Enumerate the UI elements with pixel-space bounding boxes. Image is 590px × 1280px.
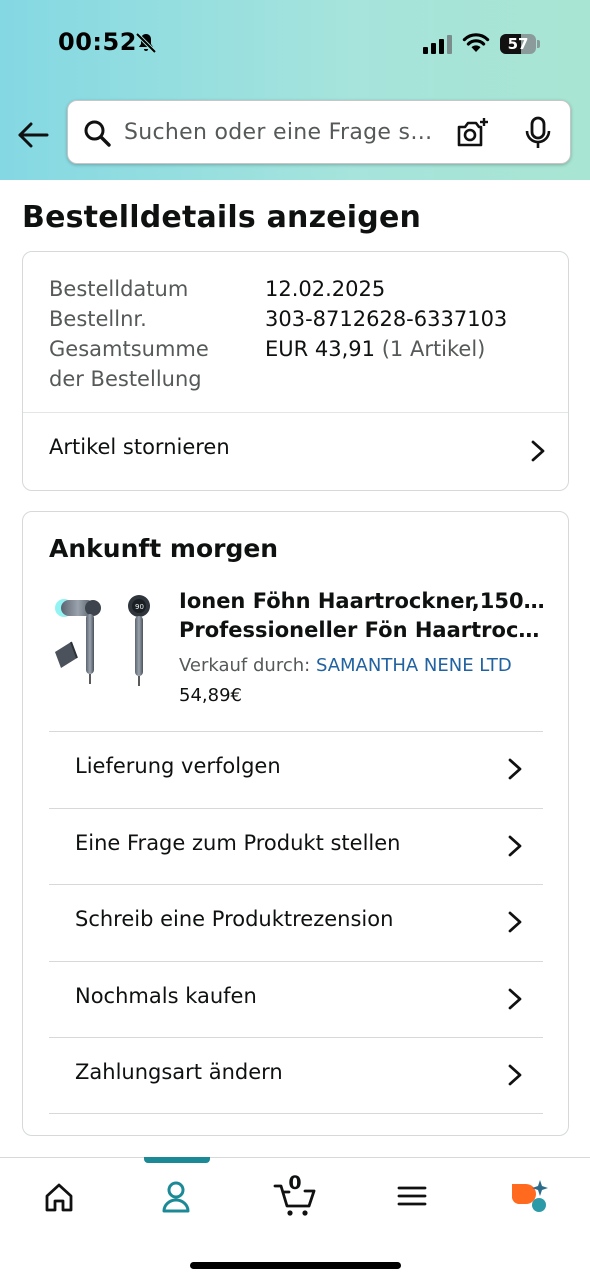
search-icon: [84, 120, 111, 147]
svg-text:90: 90: [135, 603, 144, 611]
order-date-label: Bestelldatum: [49, 277, 189, 301]
action-label: Nochmals kaufen: [75, 983, 257, 1008]
seller-link[interactable]: SAMANTHA NENE LTD: [316, 655, 512, 676]
bottom-tab-bar: 0: [0, 1157, 590, 1280]
shipment-card: Ankunft morgen 90 Ionen Föhn Haartrockne…: [22, 511, 569, 1136]
action-label: Lieferung verfolgen: [75, 754, 281, 778]
microphone-icon[interactable]: [523, 116, 553, 150]
order-date-value: 12.02.2025: [265, 277, 386, 301]
battery-indicator: 57: [500, 34, 540, 54]
chevron-right-icon: [508, 988, 522, 1010]
order-total-label-line2: der Bestellung: [49, 367, 202, 391]
product-price: 54,89€: [179, 685, 242, 706]
action-buy-again[interactable]: Nochmals kaufen: [49, 960, 543, 1038]
action-write-review[interactable]: Schreib eine Produktrezension: [49, 884, 543, 961]
home-icon[interactable]: [29, 1172, 89, 1222]
cart-tab[interactable]: 0: [265, 1172, 325, 1222]
product-title-line2: Professioneller Fön Haartrockn…: [179, 618, 549, 642]
product-title-line1: Ionen Föhn Haartrockner,1500W: [179, 589, 549, 613]
action-ask-question[interactable]: Eine Frage zum Produkt stellen: [49, 807, 543, 885]
status-time: 00:52: [58, 28, 137, 56]
product-image[interactable]: 90: [51, 592, 159, 688]
page-title: Bestelldetails anzeigen: [22, 200, 422, 235]
menu-icon[interactable]: [382, 1172, 442, 1222]
chevron-right-icon: [508, 835, 522, 856]
order-total-amount: EUR 43,91: [265, 337, 376, 361]
arrival-heading: Ankunft morgen: [49, 534, 279, 563]
action-label: Zahlungsart ändern: [75, 1060, 283, 1085]
account-icon[interactable]: [146, 1172, 206, 1222]
chevron-right-icon: [508, 1064, 522, 1086]
seller-info: Verkauf durch: SAMANTHA NENE LTD: [179, 655, 512, 676]
home-indicator: [190, 1262, 401, 1269]
chevron-right-icon: [508, 758, 522, 780]
wifi-icon: [462, 33, 490, 52]
top-header: 00:52 57 Suchen oder eine Frage s…: [0, 0, 590, 180]
chevron-right-icon: [531, 440, 545, 462]
order-summary-card: Bestelldatum 12.02.2025 Bestellnr. 303-8…: [22, 251, 569, 491]
rufus-assistant-icon[interactable]: [500, 1172, 560, 1222]
cancel-items-label: Artikel stornieren: [49, 435, 230, 459]
order-total-value: EUR 43,91 (1 Artikel): [265, 334, 485, 364]
cancel-items-row[interactable]: Artikel stornieren: [23, 413, 568, 490]
shipment-actions-list: Lieferung verfolgen Eine Frage zum Produ…: [49, 731, 543, 1114]
action-track-delivery[interactable]: Lieferung verfolgen: [49, 731, 543, 808]
order-total-label: Gesamtsumme: [49, 337, 209, 361]
search-bar[interactable]: Suchen oder eine Frage s…: [67, 100, 571, 164]
back-arrow-icon[interactable]: [14, 116, 52, 154]
search-input[interactable]: Suchen oder eine Frage s…: [124, 120, 442, 145]
order-number-value: 303-8712628-6337103: [265, 307, 508, 331]
cart-count-badge: 0: [288, 1172, 302, 1194]
status-bar: 00:52 57: [0, 28, 590, 62]
seller-prefix: Verkauf durch:: [179, 655, 311, 676]
order-item-count: (1 Artikel): [381, 337, 486, 361]
battery-level-text: 57: [507, 35, 529, 53]
signal-icon: [423, 35, 452, 54]
order-number-label: Bestellnr.: [49, 307, 147, 331]
product-title[interactable]: Ionen Föhn Haartrockner,1500W Profession…: [179, 587, 549, 645]
action-label: Schreib eine Produktrezension: [75, 907, 394, 932]
active-tab-indicator: [144, 1157, 210, 1163]
bell-muted-icon: [135, 32, 157, 54]
action-label: Eine Frage zum Produkt stellen: [75, 830, 401, 855]
chevron-right-icon: [508, 911, 522, 933]
camera-search-icon[interactable]: [456, 116, 490, 150]
action-change-payment[interactable]: Zahlungsart ändern: [49, 1037, 543, 1114]
